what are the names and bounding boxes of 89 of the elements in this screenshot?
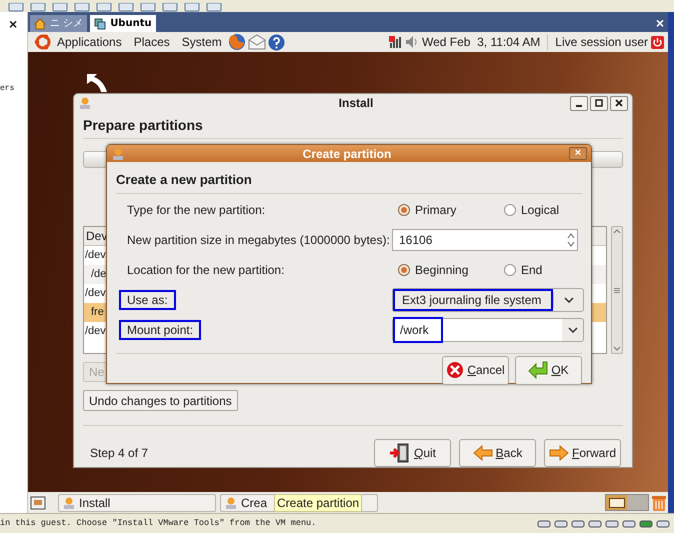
user-menu[interactable]: Live session user bbox=[555, 33, 648, 51]
close-button[interactable]: × bbox=[9, 14, 18, 35]
toolbar-icon[interactable] bbox=[140, 3, 156, 12]
logo-icon bbox=[34, 33, 52, 51]
vm-tab[interactable]: Ubuntu bbox=[90, 15, 156, 32]
toolbar-icon[interactable] bbox=[118, 3, 134, 12]
field-label: Location for the new partition: bbox=[127, 262, 284, 276]
right-arrow-icon bbox=[548, 445, 569, 461]
tooltip: Create partition bbox=[274, 494, 362, 512]
radio-label: Logical bbox=[521, 202, 560, 218]
toolbar-icon[interactable] bbox=[96, 3, 112, 12]
trash-icon[interactable] bbox=[651, 494, 667, 512]
field-label: Mount point: bbox=[119, 320, 202, 340]
scroll-up-icon[interactable] bbox=[613, 229, 621, 234]
size-spin-field[interactable]: 16106 bbox=[392, 228, 578, 250]
scroll-grip-icon bbox=[614, 288, 620, 292]
caret-icon bbox=[564, 296, 574, 302]
toolbar-icon[interactable] bbox=[74, 3, 90, 12]
window-title: Install bbox=[338, 95, 374, 112]
wizard-button[interactable]: Quit bbox=[374, 439, 451, 467]
home-icon bbox=[34, 18, 46, 30]
radio-label: Primary bbox=[415, 202, 456, 218]
toolbar-icon[interactable] bbox=[52, 3, 68, 12]
radio-button[interactable] bbox=[398, 204, 410, 216]
page-heading: Prepare partitions bbox=[83, 116, 204, 133]
mount-point-combo[interactable]: /work bbox=[392, 318, 584, 342]
show-desktop-icon[interactable] bbox=[30, 494, 46, 510]
clock[interactable]: Wed Feb 3, 11:04 AM bbox=[422, 33, 540, 51]
toolbar-icon[interactable] bbox=[184, 3, 200, 12]
wizard-button[interactable]: Forward bbox=[544, 439, 621, 467]
toolbar-icon[interactable] bbox=[206, 3, 222, 12]
field-label: Type for the new partition: bbox=[127, 202, 266, 216]
maximize-icon bbox=[595, 99, 603, 107]
enter-arrow-icon bbox=[528, 361, 548, 379]
close-button[interactable] bbox=[610, 96, 628, 110]
exit-door-icon bbox=[388, 443, 411, 463]
caret-icon bbox=[568, 326, 578, 332]
menu-item[interactable]: Places bbox=[134, 33, 170, 51]
use-as-dropdown[interactable]: Ext3 journaling file system bbox=[392, 288, 584, 312]
toolbar-icon[interactable] bbox=[162, 3, 178, 12]
installer-icon bbox=[78, 96, 92, 110]
field-label: Use as: bbox=[119, 290, 176, 310]
field-label: New partition size in megabytes (1000000 bytes): bbox=[127, 232, 390, 246]
radio-button[interactable] bbox=[504, 204, 516, 216]
vm-icon bbox=[94, 18, 106, 30]
dialog-button[interactable]: OK bbox=[515, 356, 582, 384]
toolbar-icon[interactable] bbox=[30, 3, 46, 12]
globe-icon[interactable] bbox=[228, 33, 246, 51]
device-icon[interactable] bbox=[656, 518, 670, 530]
dialog-title: Create partition bbox=[302, 146, 392, 162]
network-icon[interactable] bbox=[388, 35, 402, 49]
left-arrow-icon bbox=[472, 445, 493, 461]
toolbar-icon[interactable] bbox=[8, 3, 24, 12]
menu-item[interactable]: Applications bbox=[57, 33, 122, 51]
minimize-button[interactable] bbox=[570, 96, 588, 110]
maximize-button[interactable] bbox=[590, 96, 608, 110]
device-icon[interactable] bbox=[588, 518, 602, 530]
radio-label: End bbox=[521, 262, 542, 278]
spin-arrows-icon bbox=[567, 232, 575, 248]
scrollbar[interactable] bbox=[611, 226, 623, 354]
close-icon bbox=[615, 99, 623, 107]
device-icon[interactable] bbox=[537, 518, 551, 530]
status-message: in this guest. Choose "Install VMware Tools" from the VM menu. bbox=[0, 517, 316, 530]
wizard-button[interactable]: Back bbox=[459, 439, 536, 467]
cancel-icon bbox=[446, 361, 464, 379]
power-icon[interactable] bbox=[651, 36, 664, 48]
device-icon[interactable] bbox=[554, 518, 568, 530]
dialog-button[interactable]: Cancel bbox=[442, 356, 509, 384]
menu-item[interactable]: System bbox=[182, 33, 222, 51]
help-icon[interactable] bbox=[268, 34, 285, 50]
installer-icon bbox=[111, 146, 125, 160]
installer-icon bbox=[62, 496, 76, 510]
step-label: Step 4 of 7 bbox=[90, 445, 148, 462]
close-button[interactable]: × bbox=[656, 13, 664, 34]
radio-label: Beginning bbox=[415, 262, 468, 278]
scroll-down-icon[interactable] bbox=[613, 346, 621, 351]
undo-button[interactable]: Undo changes to partitions bbox=[83, 390, 238, 411]
workspace-switcher[interactable] bbox=[605, 494, 649, 511]
device-icon[interactable] bbox=[639, 518, 653, 530]
device-icon[interactable] bbox=[622, 518, 636, 530]
installer-icon bbox=[224, 496, 238, 510]
mail-icon[interactable] bbox=[248, 34, 266, 50]
radio-button[interactable] bbox=[398, 264, 410, 276]
device-icon[interactable] bbox=[571, 518, 585, 530]
radio-button[interactable] bbox=[504, 264, 516, 276]
device-icon[interactable] bbox=[605, 518, 619, 530]
sidebar-text: ers bbox=[0, 83, 14, 95]
taskbar-button[interactable]: Install bbox=[58, 494, 216, 512]
dialog-heading: Create a new partition bbox=[116, 171, 253, 189]
